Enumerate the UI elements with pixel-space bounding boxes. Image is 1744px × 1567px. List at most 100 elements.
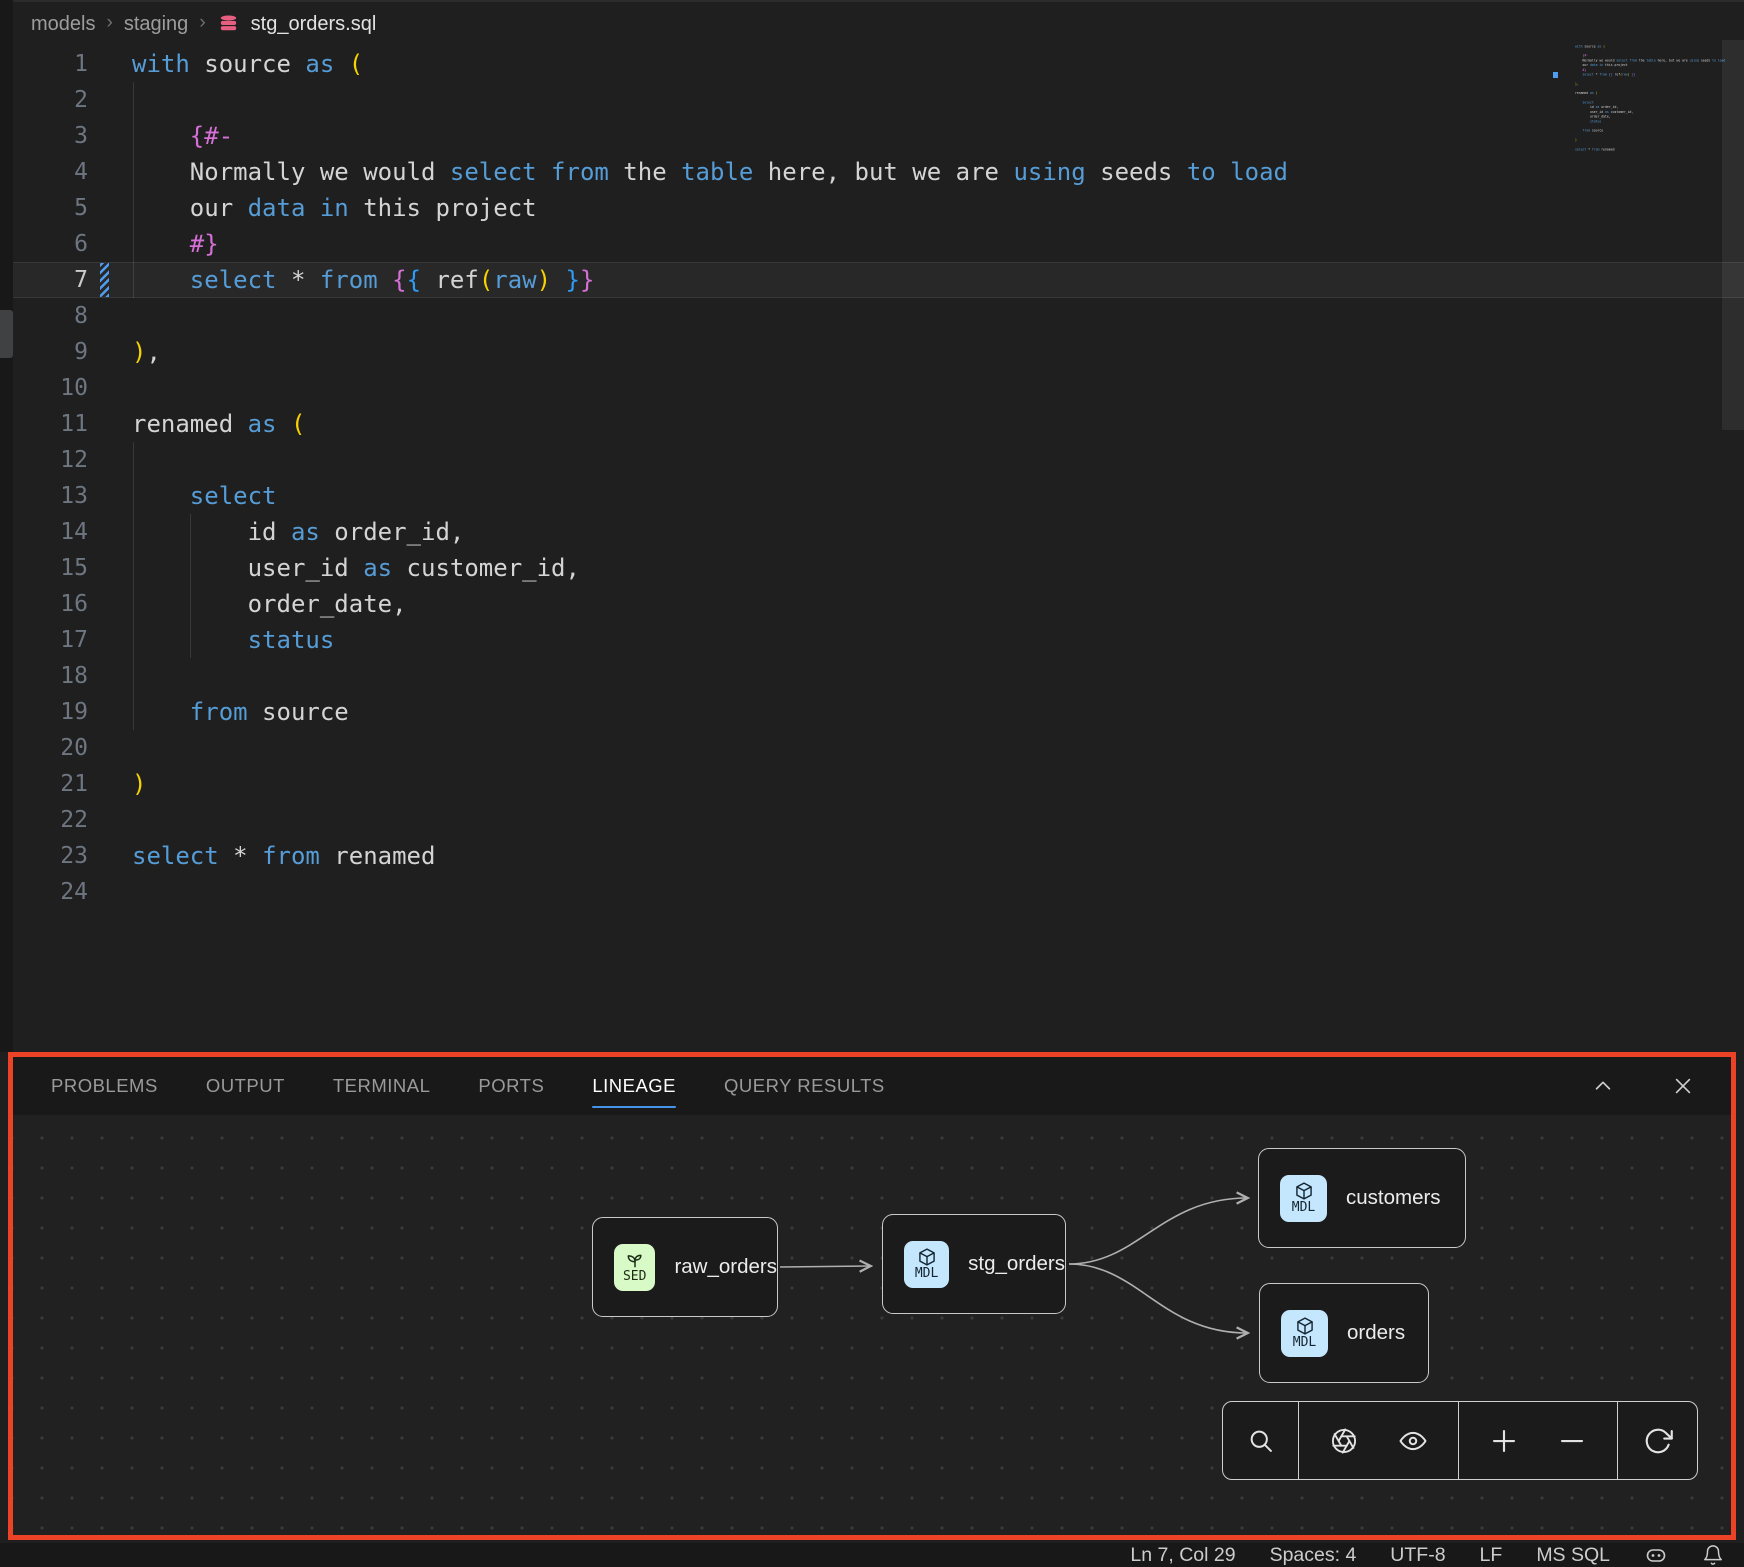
lineage-node-stg-orders[interactable]: MDL stg_orders xyxy=(882,1214,1066,1314)
code-line-4[interactable]: 4 Normally we would select from the tabl… xyxy=(13,154,1744,190)
code-lines[interactable]: 1with source as (23 {#-4 Normally we wou… xyxy=(13,46,1744,910)
model-badge: MDL xyxy=(904,1241,949,1288)
lineage-node-orders[interactable]: MDL orders xyxy=(1259,1283,1429,1383)
code-line-18[interactable]: 18 xyxy=(13,658,1744,694)
cube-icon xyxy=(1295,1316,1315,1336)
line-number: 9 xyxy=(13,334,88,370)
breadcrumb-file[interactable]: stg_orders.sql xyxy=(251,13,377,36)
lineage-node-raw-orders[interactable]: SED raw_orders xyxy=(592,1217,778,1317)
line-number: 12 xyxy=(13,442,88,478)
code-line-12[interactable]: 12 xyxy=(13,442,1744,478)
code-line-24[interactable]: 24 xyxy=(13,874,1744,910)
line-number: 19 xyxy=(13,694,88,730)
zoom-in-button[interactable] xyxy=(1480,1402,1528,1479)
line-number: 4 xyxy=(13,154,88,190)
chevron-up-icon xyxy=(1592,1075,1614,1097)
zoom-out-button[interactable] xyxy=(1548,1402,1596,1479)
line-number: 1 xyxy=(13,46,88,82)
lineage-edge xyxy=(780,1266,870,1267)
sidebar-drag-handle[interactable] xyxy=(0,310,13,358)
panel-collapse-button[interactable] xyxy=(1579,1057,1627,1115)
copilot-icon xyxy=(1644,1543,1668,1567)
code-line-8[interactable]: 8 xyxy=(13,298,1744,334)
code-line-11[interactable]: 11renamed as ( xyxy=(13,406,1744,442)
code-line-23[interactable]: 23select * from renamed xyxy=(13,838,1744,874)
lineage-canvas[interactable]: SED raw_orders MDL stg_orders MDL custom… xyxy=(13,1115,1731,1535)
seed-badge: SED xyxy=(614,1244,655,1291)
code-line-9[interactable]: 9), xyxy=(13,334,1744,370)
line-number: 11 xyxy=(13,406,88,442)
line-number: 14 xyxy=(13,514,88,550)
code-line-19[interactable]: 19 from source xyxy=(13,694,1744,730)
line-number: 23 xyxy=(13,838,88,874)
code-line-17[interactable]: 17 status xyxy=(13,622,1744,658)
copilot-button[interactable] xyxy=(1644,1543,1668,1567)
panel-tabs: PROBLEMS OUTPUT TERMINAL PORTS LINEAGE QUERY … xyxy=(13,1057,1731,1115)
code-line-5[interactable]: 5 our data in this project xyxy=(13,190,1744,226)
cube-icon xyxy=(1294,1181,1314,1201)
breadcrumb-item-models[interactable]: models xyxy=(31,13,95,36)
line-number: 5 xyxy=(13,190,88,226)
seedling-icon xyxy=(625,1250,645,1270)
minimap[interactable]: 1with source as (23 {#-4 Normally we wou… xyxy=(1575,44,1727,169)
line-number: 8 xyxy=(13,298,88,334)
line-number: 17 xyxy=(13,622,88,658)
lineage-node-customers[interactable]: MDL customers xyxy=(1258,1148,1466,1248)
editor-scrollbar[interactable] xyxy=(1722,40,1744,430)
panel-close-button[interactable] xyxy=(1659,1057,1707,1115)
code-line-13[interactable]: 13 select xyxy=(13,478,1744,514)
status-items: Ln 7, Col 29 Spaces: 4 UTF-8 LF MS SQL xyxy=(1130,1544,1610,1567)
code-line-14[interactable]: 14 id as order_id, xyxy=(13,514,1744,550)
close-icon xyxy=(1672,1075,1694,1097)
code-line-2[interactable]: 2 xyxy=(13,82,1744,118)
chevron-right-icon: › xyxy=(199,12,205,34)
status-item[interactable]: LF xyxy=(1480,1544,1503,1567)
code-line-20[interactable]: 20 xyxy=(13,730,1744,766)
lineage-edge xyxy=(1069,1198,1247,1264)
status-item[interactable]: MS SQL xyxy=(1536,1544,1610,1567)
minimap-modified-marker xyxy=(1553,72,1558,78)
activity-strip xyxy=(0,0,13,1052)
code-editor[interactable]: models › staging › stg_orders.sql 1with … xyxy=(13,0,1744,1052)
code-line-21[interactable]: 21) xyxy=(13,766,1744,802)
line-number: 16 xyxy=(13,586,88,622)
search-button[interactable] xyxy=(1237,1402,1285,1479)
code-line-16[interactable]: 16 order_date, xyxy=(13,586,1744,622)
editor-top-divider xyxy=(13,0,1744,2)
search-icon xyxy=(1247,1427,1275,1455)
code-line-22[interactable]: 22 xyxy=(13,802,1744,838)
cube-icon xyxy=(917,1247,937,1267)
code-line-15[interactable]: 15 user_id as customer_id, xyxy=(13,550,1744,586)
bell-icon xyxy=(1702,1544,1724,1566)
notifications-button[interactable] xyxy=(1702,1543,1724,1567)
tab-output[interactable]: OUTPUT xyxy=(206,1057,285,1115)
code-line-3[interactable]: 3 {#- xyxy=(13,118,1744,154)
snapshot-button[interactable] xyxy=(1320,1402,1368,1479)
tab-query-results[interactable]: QUERY RESULTS xyxy=(724,1057,885,1115)
line-number: 2 xyxy=(13,82,88,118)
code-line-1[interactable]: 1with source as ( xyxy=(13,46,1744,82)
status-item[interactable]: Spaces: 4 xyxy=(1270,1544,1357,1567)
tab-terminal[interactable]: TERMINAL xyxy=(333,1057,431,1115)
tab-problems[interactable]: PROBLEMS xyxy=(51,1057,158,1115)
code-line-24[interactable]: 24 xyxy=(1575,152,1727,157)
status-item[interactable]: Ln 7, Col 29 xyxy=(1130,1544,1235,1567)
lineage-toolbar xyxy=(1222,1401,1698,1480)
status-item[interactable]: UTF-8 xyxy=(1390,1544,1445,1567)
tab-ports[interactable]: PORTS xyxy=(478,1057,544,1115)
database-icon xyxy=(217,13,240,36)
zoom-in-icon xyxy=(1489,1426,1519,1456)
tab-lineage[interactable]: LINEAGE xyxy=(592,1057,676,1115)
status-bar: Ln 7, Col 29 Spaces: 4 UTF-8 LF MS SQL xyxy=(0,1543,1744,1567)
breadcrumb-item-staging[interactable]: staging xyxy=(124,13,189,36)
refresh-button[interactable] xyxy=(1634,1402,1682,1479)
code-line-6[interactable]: 6 #} xyxy=(13,226,1744,262)
line-number: 21 xyxy=(13,766,88,802)
line-number: 22 xyxy=(13,802,88,838)
visibility-button[interactable] xyxy=(1389,1402,1437,1479)
code-line-10[interactable]: 10 xyxy=(13,370,1744,406)
eye-icon xyxy=(1398,1426,1428,1456)
model-badge: MDL xyxy=(1281,1310,1328,1357)
lineage-edge xyxy=(1069,1264,1247,1333)
code-line-7[interactable]: 7 select * from {{ ref(raw) }} xyxy=(13,262,1744,298)
